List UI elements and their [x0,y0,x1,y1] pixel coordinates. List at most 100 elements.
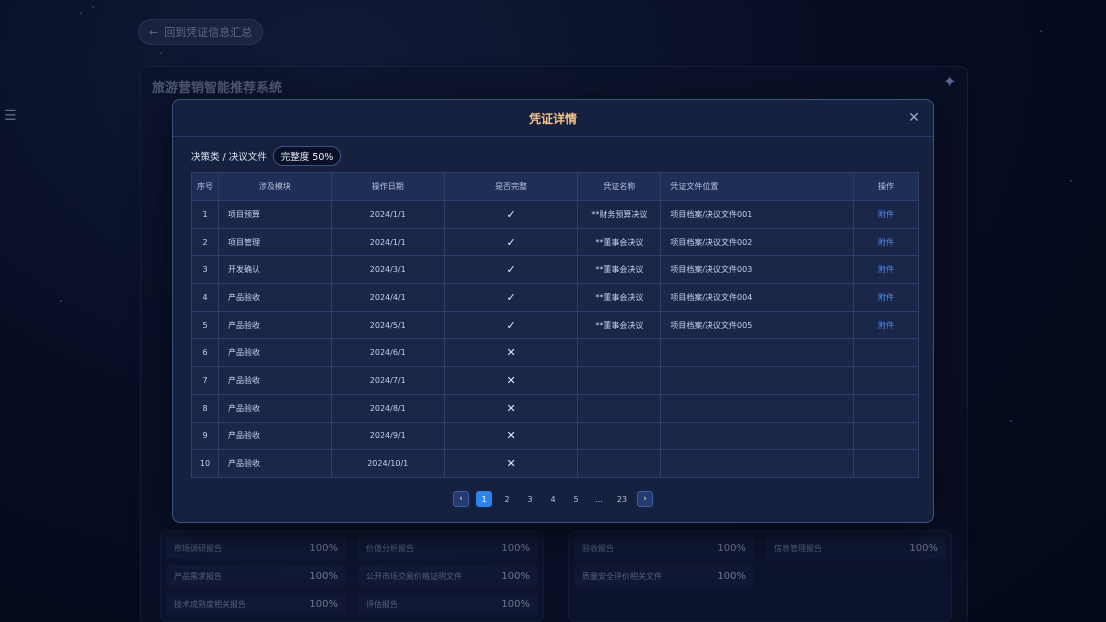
attachment-link[interactable]: 附件 [853,200,919,229]
modal-title: 凭证详情 [528,111,577,126]
prev-page-button[interactable]: ‹ [453,491,469,507]
row-index: 6 [191,338,219,368]
row-action [853,421,919,451]
row-module: 产品验收 [217,449,332,478]
row-voucher-name: **董事会决议 [577,255,662,285]
table-header-row: 序号 涉及模块 操作日期 是否完整 凭证名称 凭证文件位置 操作 [191,172,919,201]
table-row: 8 产品验收 2024/8/1 ✕ [191,393,919,423]
row-action [853,338,919,368]
row-date: 2024/5/1 [330,310,445,340]
row-action [853,366,919,395]
pagination: ‹ 1 2 3 4 5 ... 23 › [173,491,933,507]
next-page-button[interactable]: › [637,491,653,507]
row-action [853,393,919,423]
row-date: 2024/1/1 [330,200,445,229]
row-module: 产品验收 [217,310,332,340]
row-index: 8 [191,393,219,423]
attachment-link[interactable]: 附件 [853,310,919,340]
table-row: 2 项目管理 2024/1/1 ✓ **董事会决议 项目档案/决议文件002 附… [191,227,919,257]
table-row: 6 产品验收 2024/6/1 ✕ [191,338,919,368]
attachment-link[interactable]: 附件 [853,283,919,312]
row-location [660,449,855,478]
attachment-link[interactable]: 附件 [853,255,919,285]
check-icon: ✓ [443,255,579,285]
close-icon[interactable]: ✕ [907,111,921,125]
row-location: 项目档案/决议文件005 [660,310,855,340]
row-location [660,366,855,395]
row-index: 4 [191,283,219,312]
column-header: 是否完整 [443,172,579,201]
row-date: 2024/10/1 [330,449,445,478]
cross-icon: ✕ [443,421,579,451]
row-date: 2024/6/1 [330,338,445,368]
check-icon: ✓ [443,283,579,312]
page-ellipsis[interactable]: ... [591,491,607,507]
check-icon: ✓ [443,310,579,340]
row-voucher-name [577,449,662,478]
row-location: 项目档案/决议文件001 [660,200,855,229]
table-row: 10 产品验收 2024/10/1 ✕ [191,449,919,478]
row-module: 项目预算 [217,200,332,229]
row-module: 产品验收 [217,393,332,423]
cross-icon: ✕ [443,393,579,423]
row-voucher-name: **财务预算决议 [577,200,662,229]
page-button[interactable]: 23 [614,491,630,507]
row-location: 项目档案/决议文件003 [660,255,855,285]
check-icon: ✓ [443,200,579,229]
row-index: 1 [191,200,219,229]
column-header: 序号 [191,172,219,201]
row-location: 项目档案/决议文件004 [660,283,855,312]
table-row: 7 产品验收 2024/7/1 ✕ [191,366,919,395]
row-module: 产品验收 [217,366,332,395]
table-row: 9 产品验收 2024/9/1 ✕ [191,421,919,451]
row-module: 开发确认 [217,255,332,285]
row-date: 2024/1/1 [330,227,445,257]
column-header: 凭证文件位置 [660,172,855,201]
row-index: 7 [191,366,219,395]
row-index: 3 [191,255,219,285]
row-module: 产品验收 [217,283,332,312]
row-voucher-name: **董事会决议 [577,310,662,340]
page-button[interactable]: 4 [545,491,561,507]
row-date: 2024/4/1 [330,283,445,312]
cross-icon: ✕ [443,449,579,478]
voucher-detail-modal: 凭证详情 ✕ 决策类 / 决议文件 完整度 50% 序号 涉及模块 操作日期 是… [172,99,934,523]
row-module: 产品验收 [217,338,332,368]
row-voucher-name [577,338,662,368]
attachment-link[interactable]: 附件 [853,227,919,257]
row-action [853,449,919,478]
check-icon: ✓ [443,227,579,257]
modal-meta: 决策类 / 决议文件 完整度 50% [191,146,342,166]
table-row: 3 开发确认 2024/3/1 ✓ **董事会决议 项目档案/决议文件003 附… [191,255,919,285]
cross-icon: ✕ [443,366,579,395]
column-header: 操作 [853,172,919,201]
row-voucher-name: **董事会决议 [577,227,662,257]
column-header: 凭证名称 [577,172,662,201]
row-module: 项目管理 [217,227,332,257]
column-header: 涉及模块 [217,172,332,201]
row-index: 2 [191,227,219,257]
row-date: 2024/7/1 [330,366,445,395]
breadcrumb: 决策类 / 决议文件 [191,152,267,163]
voucher-table: 序号 涉及模块 操作日期 是否完整 凭证名称 凭证文件位置 操作 1 项目预算 … [191,172,919,478]
row-voucher-name [577,366,662,395]
row-voucher-name [577,393,662,423]
row-date: 2024/3/1 [330,255,445,285]
table-row: 4 产品验收 2024/4/1 ✓ **董事会决议 项目档案/决议文件004 附… [191,283,919,312]
modal-header: 凭证详情 ✕ [173,100,933,137]
row-module: 产品验收 [217,421,332,451]
cross-icon: ✕ [443,338,579,368]
row-voucher-name [577,421,662,451]
table-row: 5 产品验收 2024/5/1 ✓ **董事会决议 项目档案/决议文件005 附… [191,310,919,340]
row-location [660,393,855,423]
page-button[interactable]: 2 [499,491,515,507]
row-index: 10 [191,449,219,478]
row-index: 9 [191,421,219,451]
page-button[interactable]: 5 [568,491,584,507]
page-button[interactable]: 1 [476,491,492,507]
completeness-badge: 完整度 50% [272,146,342,166]
row-location: 项目档案/决议文件002 [660,227,855,257]
page-button[interactable]: 3 [522,491,538,507]
row-date: 2024/8/1 [330,393,445,423]
table-row: 1 项目预算 2024/1/1 ✓ **财务预算决议 项目档案/决议文件001 … [191,200,919,229]
